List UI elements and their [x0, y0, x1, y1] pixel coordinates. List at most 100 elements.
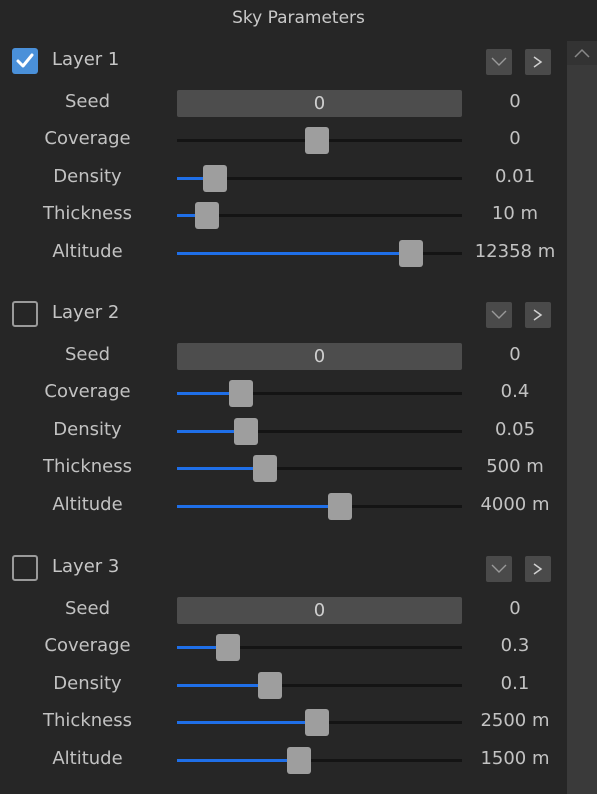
expand-layer-button[interactable] [486, 556, 512, 582]
seed-input[interactable]: 0 [177, 343, 462, 370]
checkmark-icon [16, 53, 34, 68]
scroll-up-button[interactable] [567, 41, 597, 65]
layer-header: Layer 3 [0, 551, 567, 585]
next-layer-button[interactable] [525, 302, 551, 328]
slider-fill [177, 505, 331, 508]
coverage-row: Coverage 0.3 [0, 628, 567, 665]
slider-fill [177, 721, 307, 724]
coverage-row: Coverage 0.4 [0, 374, 567, 411]
layer-label: Layer 2 [52, 302, 120, 323]
slider-handle[interactable] [398, 240, 423, 267]
thickness-slider[interactable] [177, 709, 462, 736]
vertical-scrollbar[interactable] [567, 41, 597, 794]
next-layer-button[interactable] [525, 49, 551, 75]
altitude-row: Altitude 12358 m [0, 234, 567, 271]
next-layer-button[interactable] [525, 556, 551, 582]
density-slider[interactable] [177, 672, 462, 699]
density-value: 0.1 [500, 673, 530, 694]
seed-value: 0 [509, 91, 521, 112]
density-row: Density 0.01 [0, 159, 567, 196]
slider-fill [177, 177, 206, 180]
seed-row: Seed 0 0 [0, 337, 567, 374]
expand-layer-button[interactable] [486, 302, 512, 328]
slider-handle[interactable] [252, 455, 277, 482]
altitude-value: 4000 m [480, 494, 550, 515]
thickness-label: Thickness [43, 710, 132, 731]
slider-fill [177, 684, 260, 687]
thickness-label: Thickness [43, 456, 132, 477]
thickness-label: Thickness [43, 203, 132, 224]
seed-input[interactable]: 0 [177, 90, 462, 117]
seed-input[interactable]: 0 [177, 597, 462, 624]
altitude-label: Altitude [52, 494, 123, 515]
altitude-row: Altitude 1500 m [0, 741, 567, 778]
coverage-value: 0.4 [500, 381, 530, 402]
seed-value: 0 [509, 344, 521, 365]
density-value: 0.01 [494, 166, 536, 187]
slider-handle[interactable] [304, 709, 329, 736]
density-slider[interactable] [177, 418, 462, 445]
slider-fill [177, 392, 232, 395]
seed-label: Seed [65, 91, 110, 112]
thickness-value: 10 m [491, 203, 539, 224]
panel-title: Sky Parameters [232, 8, 365, 28]
layer-enabled-checkbox[interactable] [12, 555, 38, 581]
slider-handle[interactable] [203, 165, 228, 192]
slider-fill [177, 252, 401, 255]
slider-fill [177, 759, 289, 762]
thickness-value: 2500 m [480, 710, 550, 731]
altitude-value: 1500 m [480, 748, 550, 769]
chevron-down-icon [491, 564, 507, 573]
layer-label: Layer 3 [52, 556, 120, 577]
coverage-slider[interactable] [177, 634, 462, 661]
chevron-right-icon [533, 563, 543, 575]
density-slider[interactable] [177, 165, 462, 192]
coverage-label: Coverage [44, 128, 131, 149]
slider-fill [177, 646, 219, 649]
altitude-label: Altitude [52, 241, 123, 262]
seed-value: 0 [509, 598, 521, 619]
coverage-label: Coverage [44, 635, 131, 656]
slider-track [177, 214, 462, 217]
chevron-up-icon [574, 48, 590, 58]
thickness-slider[interactable] [177, 202, 462, 229]
altitude-slider[interactable] [177, 747, 462, 774]
slider-fill [177, 430, 237, 433]
chevron-down-icon [491, 57, 507, 66]
slider-handle[interactable] [257, 672, 282, 699]
altitude-row: Altitude 4000 m [0, 487, 567, 524]
slider-handle[interactable] [229, 380, 254, 407]
slider-handle[interactable] [234, 418, 259, 445]
coverage-row: Coverage 0 [0, 121, 567, 158]
coverage-label: Coverage [44, 381, 131, 402]
slider-handle[interactable] [195, 202, 220, 229]
layer-label: Layer 1 [52, 49, 120, 70]
layer-header: Layer 1 [0, 44, 567, 78]
coverage-slider[interactable] [177, 380, 462, 407]
thickness-value: 500 m [486, 456, 544, 477]
altitude-slider[interactable] [177, 493, 462, 520]
slider-handle[interactable] [286, 747, 311, 774]
altitude-slider[interactable] [177, 240, 462, 267]
slider-fill [177, 214, 198, 217]
chevron-right-icon [533, 56, 543, 68]
expand-layer-button[interactable] [486, 49, 512, 75]
thickness-row: Thickness 2500 m [0, 703, 567, 740]
seed-label: Seed [65, 598, 110, 619]
density-row: Density 0.1 [0, 666, 567, 703]
chevron-right-icon [533, 309, 543, 321]
layer-enabled-checkbox[interactable] [12, 301, 38, 327]
density-label: Density [53, 673, 122, 694]
thickness-row: Thickness 10 m [0, 196, 567, 233]
chevron-down-icon [491, 310, 507, 319]
slider-handle[interactable] [328, 493, 353, 520]
seed-row: Seed 0 0 [0, 591, 567, 628]
coverage-slider[interactable] [177, 127, 462, 154]
slider-handle[interactable] [216, 634, 241, 661]
density-value: 0.05 [494, 419, 536, 440]
slider-handle[interactable] [304, 127, 329, 154]
coverage-value: 0 [509, 128, 521, 149]
coverage-value: 0.3 [500, 635, 530, 656]
layer-enabled-checkbox[interactable] [12, 48, 38, 74]
thickness-slider[interactable] [177, 455, 462, 482]
